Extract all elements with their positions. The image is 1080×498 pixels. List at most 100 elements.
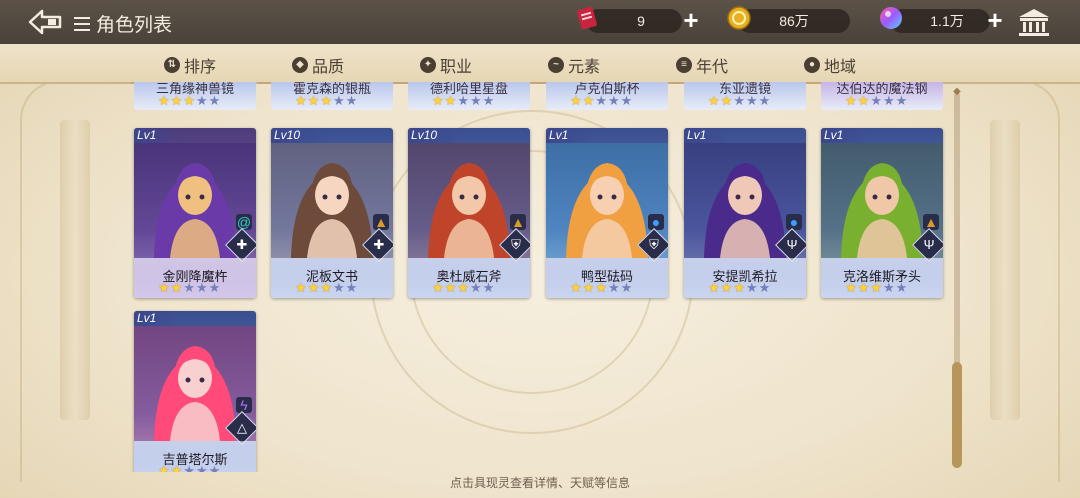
character-card[interactable]: Lv1 ● ⛨ 鸭型砝码 ★ ★ ★ ★ ★: [546, 128, 668, 298]
star-rating: ★ ★ ★ ★ ★: [158, 281, 220, 295]
star-empty-icon: ★: [620, 280, 633, 295]
tab-element[interactable]: ~ 元素: [514, 52, 634, 84]
scrollbar-thumb[interactable]: [952, 362, 962, 468]
list-icon: [74, 16, 90, 31]
star-filled-icon: ★: [708, 280, 720, 295]
page-title-text: 角色列表: [96, 15, 173, 36]
star-empty-icon: ★: [195, 463, 208, 473]
ticket-counter: 9: [586, 9, 682, 33]
character-card[interactable]: Lv10 ▲ ⛨ 奥杜威石斧 ★ ★ ★ ★ ★: [408, 128, 530, 298]
star-filled-icon: ★: [595, 280, 607, 295]
star-empty-icon: ★: [758, 280, 771, 295]
filter-tab-bar: ⇅ 排序 ◆ 品质 ✦ 职业 ~ 元素 ≡ 年代 ● 地域: [0, 44, 1080, 84]
scrollbar[interactable]: [952, 92, 962, 468]
quality-icon: ◆: [291, 57, 308, 73]
star-filled-icon: ★: [457, 280, 469, 295]
star-empty-icon: ★: [482, 280, 495, 295]
element-icon: ~: [547, 57, 564, 73]
water-drop-icon: ●: [786, 214, 802, 230]
star-rating: ★ ★ ★ ★ ★: [708, 281, 770, 295]
mountain-icon: ▲: [510, 214, 526, 230]
top-bar: 角色列表 9 + 86万 1.1万 +: [0, 0, 1080, 44]
tab-label: 元素: [567, 59, 600, 76]
star-rating: ★ ★ ★ ★ ★: [158, 463, 221, 473]
back-arrow-icon[interactable]: [26, 8, 66, 36]
add-gems-button[interactable]: +: [983, 7, 1007, 33]
star-filled-icon: ★: [720, 280, 733, 295]
tab-label: 职业: [439, 59, 472, 76]
star-rating: ★ ★ ★ ★ ★: [845, 281, 907, 295]
star-empty-icon: ★: [183, 463, 195, 473]
swirl-icon: @: [236, 214, 252, 230]
star-filled-icon: ★: [845, 280, 857, 295]
star-filled-icon: ★: [307, 280, 320, 295]
museum-icon[interactable]: [1016, 6, 1052, 38]
level-badge: Lv1: [546, 128, 595, 143]
region-icon: ●: [803, 57, 820, 73]
character-card[interactable]: Lv10 ▲ ✚ 泥板文书 ★ ★ ★ ★ ★: [271, 128, 393, 298]
level-badge: Lv1: [821, 128, 870, 143]
gem-count: 1.1万: [930, 13, 964, 29]
gem-icon: [880, 7, 902, 29]
coin-count: 86万: [779, 13, 809, 29]
character-card[interactable]: Lv1 ▲ Ψ 克洛维斯矛头 ★ ★ ★ ★ ★: [821, 128, 943, 298]
star-filled-icon: ★: [320, 280, 332, 295]
star-filled-icon: ★: [170, 463, 183, 473]
star-rating: ★ ★ ★ ★ ★: [570, 281, 632, 295]
star-filled-icon: ★: [170, 280, 183, 295]
coin-counter: 86万: [738, 9, 850, 33]
star-filled-icon: ★: [158, 463, 170, 473]
tab-label: 年代: [695, 59, 728, 76]
star-filled-icon: ★: [733, 280, 745, 295]
water-drop-icon: ●: [648, 214, 664, 230]
star-empty-icon: ★: [208, 280, 221, 295]
ticket-count: 9: [637, 13, 645, 29]
level-badge: Lv10: [271, 128, 327, 143]
lightning-icon: ϟ: [236, 397, 252, 413]
star-filled-icon: ★: [295, 280, 307, 295]
level-badge: Lv10: [408, 128, 464, 143]
star-empty-icon: ★: [208, 463, 221, 473]
star-filled-icon: ★: [582, 280, 595, 295]
star-empty-icon: ★: [882, 280, 895, 295]
mountain-icon: ▲: [373, 214, 389, 230]
star-filled-icon: ★: [570, 280, 582, 295]
tab-region[interactable]: ● 地域: [770, 52, 890, 84]
character-card[interactable]: Lv1 @ ✚ 金刚降魔杵 ★ ★ ★ ★ ★: [134, 128, 256, 298]
star-filled-icon: ★: [432, 280, 444, 295]
star-rating: ★ ★ ★ ★ ★: [295, 281, 357, 295]
star-empty-icon: ★: [469, 280, 482, 295]
class-icon: ✦: [419, 57, 436, 73]
sort-icon: ⇅: [163, 57, 180, 73]
add-tickets-button[interactable]: +: [679, 7, 703, 33]
star-empty-icon: ★: [745, 280, 758, 295]
hint-text: 点击具现灵查看详情、天赋等信息: [449, 476, 630, 490]
star-empty-icon: ★: [345, 280, 358, 295]
character-grid: Lv1 @ ✚ 金刚降魔杵 ★ ★ ★ ★ ★ Lv10 ▲ ✚ 泥板文书 ★ ★ ★ ★ ★ Lv10 ▲ ⛨ 奥杜威石…: [0, 82, 1080, 472]
star-filled-icon: ★: [158, 280, 170, 295]
star-filled-icon: ★: [444, 280, 457, 295]
tab-sort[interactable]: ⇅ 排序: [130, 52, 250, 84]
character-card[interactable]: Lv1 ϟ △ 吉普塔尔斯 ★ ★ ★ ★ ★: [134, 311, 256, 472]
tab-class[interactable]: ✦ 职业: [386, 52, 506, 84]
star-filled-icon: ★: [870, 280, 882, 295]
page-title: 角色列表: [74, 10, 172, 37]
level-badge: Lv1: [134, 311, 183, 326]
star-empty-icon: ★: [607, 280, 620, 295]
star-rating: ★ ★ ★ ★ ★: [432, 281, 494, 295]
mountain-icon: ▲: [923, 214, 939, 230]
star-empty-icon: ★: [183, 280, 195, 295]
level-badge: Lv1: [134, 128, 183, 143]
tab-label: 地域: [823, 59, 856, 76]
gem-counter: 1.1万: [890, 9, 990, 33]
level-badge: Lv1: [684, 128, 733, 143]
ticket-icon: [577, 6, 597, 30]
tab-era[interactable]: ≡ 年代: [642, 52, 762, 84]
tab-label: 品质: [311, 59, 344, 76]
star-empty-icon: ★: [332, 280, 345, 295]
star-empty-icon: ★: [195, 280, 208, 295]
tab-quality[interactable]: ◆ 品质: [258, 52, 378, 84]
star-filled-icon: ★: [857, 280, 870, 295]
character-card[interactable]: Lv1 ● Ψ 安提凯希拉 ★ ★ ★ ★ ★: [684, 128, 806, 298]
coin-icon: [727, 6, 751, 30]
